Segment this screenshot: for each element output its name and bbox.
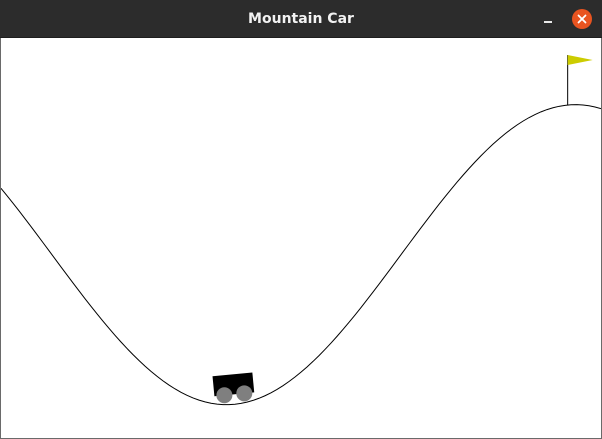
window-title: Mountain Car <box>248 11 354 27</box>
goal-flag <box>567 55 593 106</box>
app-window: Mountain Car <box>0 0 602 439</box>
rear-wheel <box>216 387 233 404</box>
title-bar[interactable]: Mountain Car <box>0 0 602 38</box>
front-wheel <box>236 385 253 402</box>
mountain-track <box>1 104 601 406</box>
minimize-button[interactable] <box>538 9 558 29</box>
minimize-icon <box>544 21 552 23</box>
close-button[interactable] <box>572 9 592 29</box>
game-viewport <box>0 38 602 439</box>
game-canvas <box>1 55 601 406</box>
car <box>212 372 255 404</box>
close-icon <box>572 9 592 29</box>
flag-icon <box>567 55 593 66</box>
